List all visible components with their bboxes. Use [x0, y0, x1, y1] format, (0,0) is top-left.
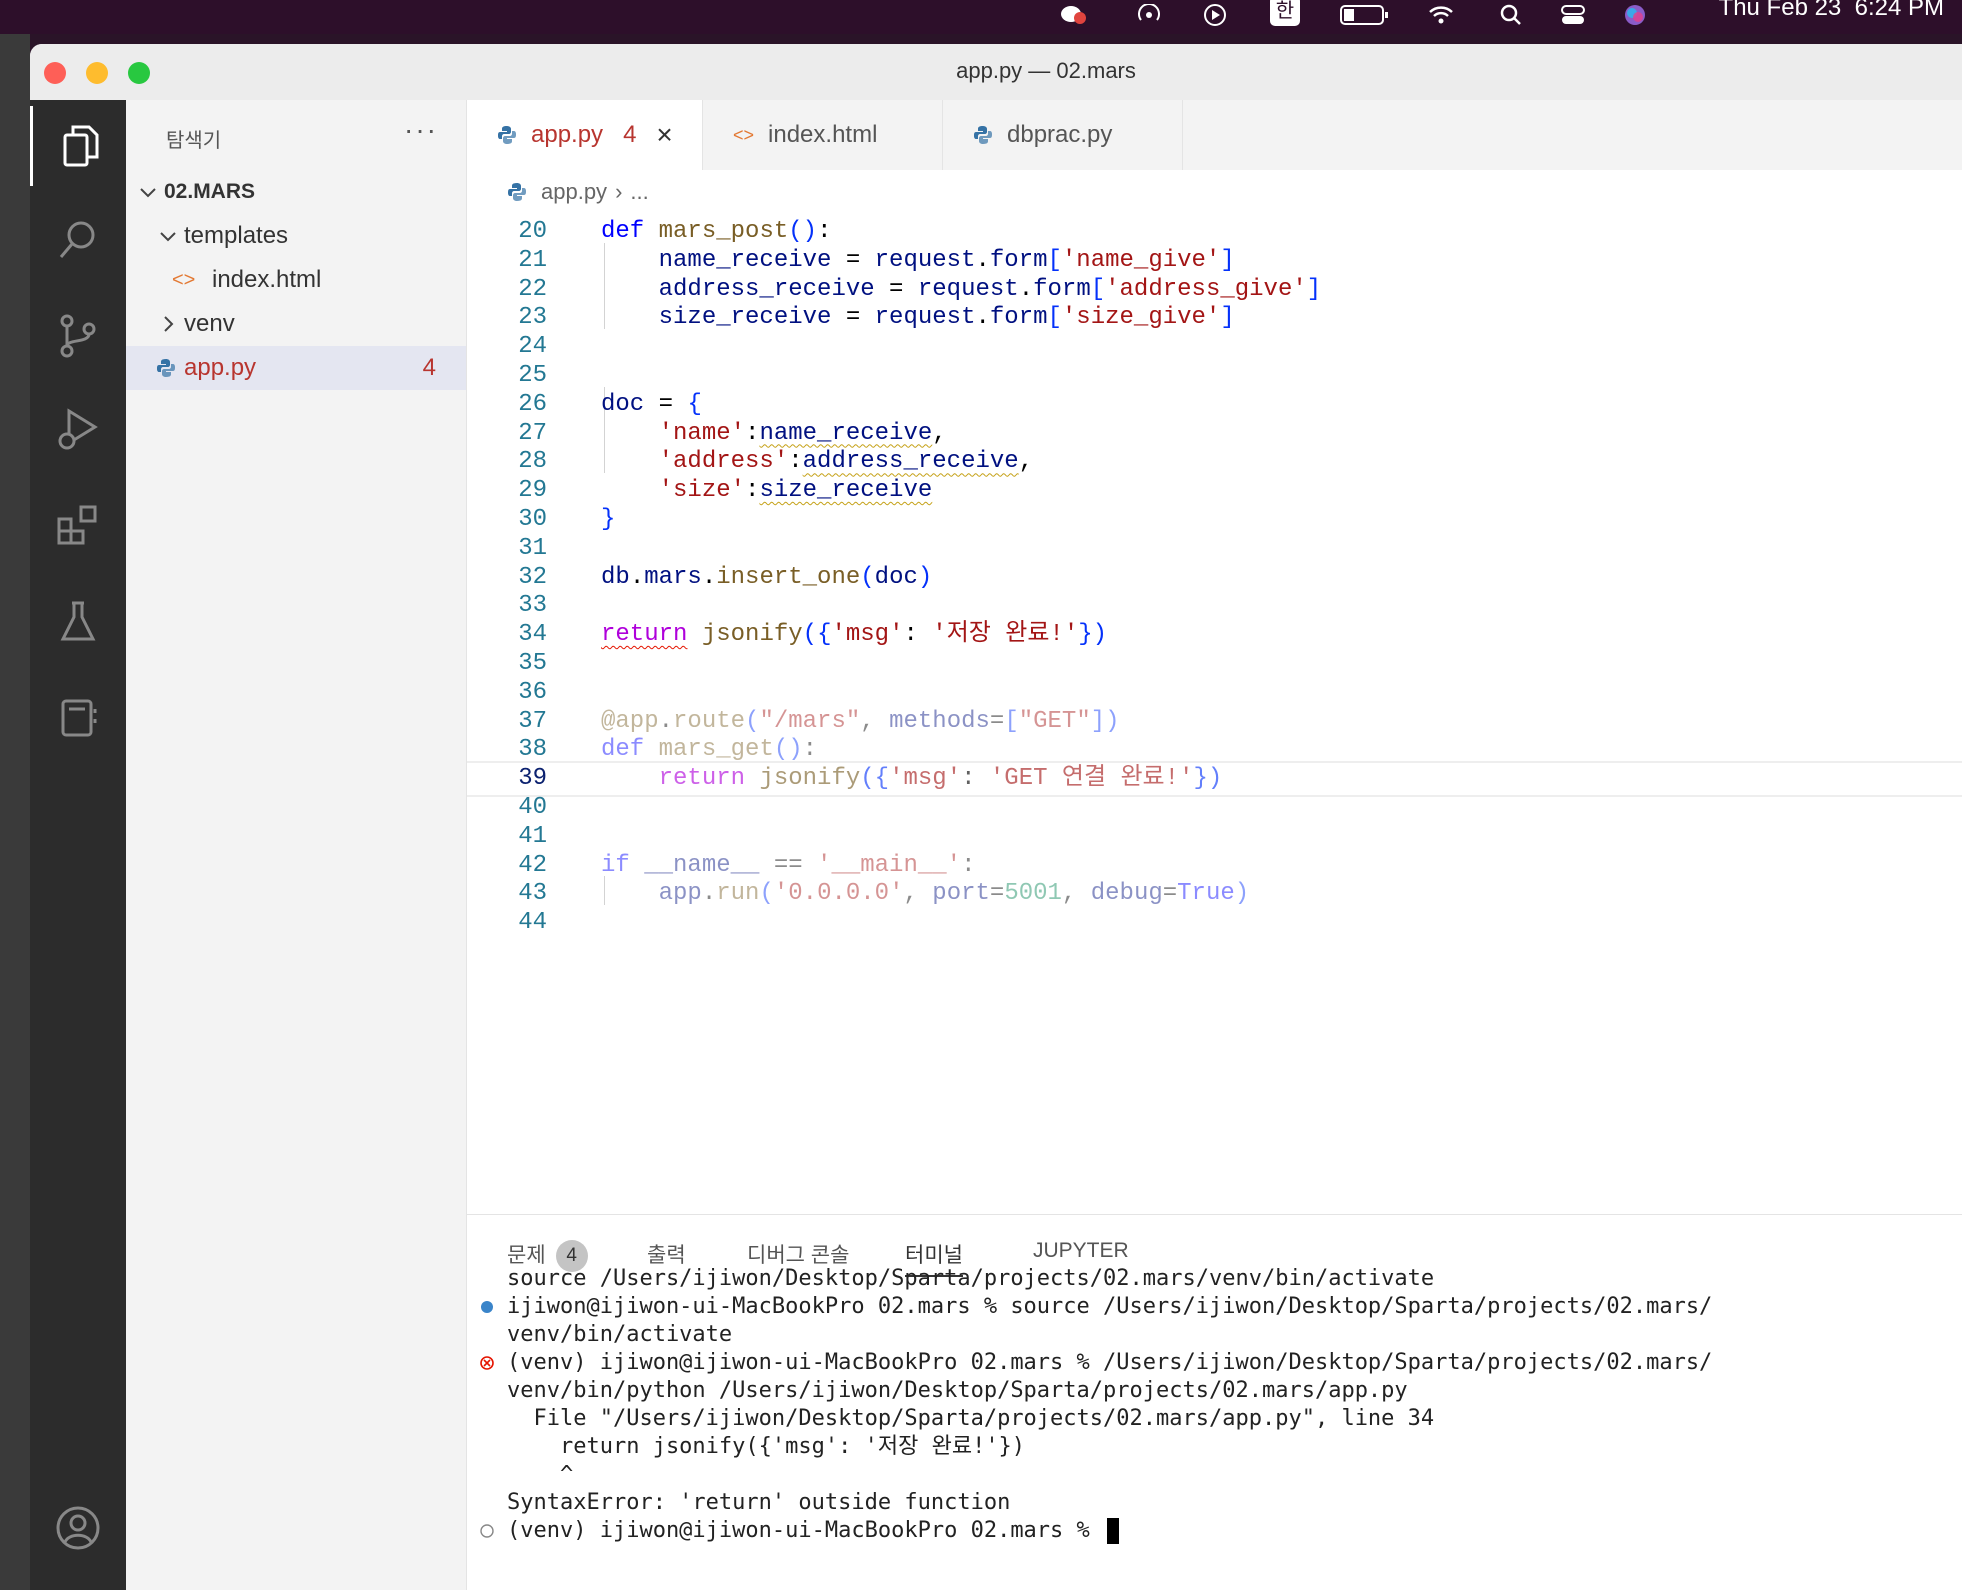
notebook-icon[interactable]: [30, 678, 126, 758]
tree-item-index-html[interactable]: <> index.html: [126, 258, 466, 302]
python-file-icon: [974, 126, 992, 144]
background-app-strip: [0, 34, 30, 1590]
search-icon[interactable]: [30, 200, 126, 280]
code-line[interactable]: 44: [467, 905, 1962, 941]
tree-item-label: venv: [184, 310, 235, 337]
terminal-line: (venv) ijiwon@ijiwon-ui-MacBookPro 02.ma…: [507, 1517, 1120, 1545]
menu-bar-clock[interactable]: Thu Feb 23 6:24 PM: [1719, 0, 1944, 22]
explorer-icon[interactable]: [30, 106, 126, 186]
terminal-line: ^: [507, 1462, 574, 1487]
extensions-icon[interactable]: [30, 486, 126, 566]
terminal-line: File "/Users/ijiwon/Desktop/Sparta/proje…: [507, 1406, 1435, 1431]
terminal-line: venv/bin/python /Users/ijiwon/Desktop/Sp…: [507, 1378, 1408, 1403]
tab-problem-badge: 4: [623, 121, 637, 148]
breadcrumb-file[interactable]: app.py: [541, 179, 607, 205]
input-source-icon[interactable]: 한: [1270, 0, 1300, 26]
terminal-cursor: [1107, 1518, 1120, 1544]
tab-label: JUPYTER: [1033, 1239, 1129, 1262]
chevron-right-icon: [164, 316, 174, 332]
tree-item-templates[interactable]: templates: [126, 214, 466, 258]
notification-icon[interactable]: [1060, 4, 1086, 26]
tree-item-label: app.py: [184, 354, 257, 381]
tree-item-label: index.html: [212, 266, 322, 293]
terminal-line: venv/bin/activate: [507, 1322, 733, 1347]
editor-tabs: app.py 4 × <> index.html dbprac.py: [467, 100, 1962, 170]
testing-icon[interactable]: [30, 582, 126, 662]
battery-icon[interactable]: [1340, 4, 1390, 26]
tab-label: 출력: [647, 1244, 686, 1267]
activity-bar: [30, 100, 126, 1590]
siri-icon[interactable]: [1622, 4, 1648, 26]
tab-label: index.html: [768, 121, 878, 148]
problem-count-badge: 4: [422, 354, 436, 381]
more-actions-button[interactable]: ···: [404, 114, 438, 146]
terminal-line: SyntaxError: 'return' outside function: [507, 1490, 1011, 1515]
tab-label: 터미널: [905, 1244, 963, 1267]
root-folder-label: 02.MARS: [164, 180, 256, 203]
sidebar-title: 탐색기: [166, 130, 222, 152]
breadcrumb-symbol[interactable]: ...: [630, 179, 648, 205]
html-file-icon: <>: [733, 124, 755, 145]
tab-app-py[interactable]: app.py 4 ×: [467, 100, 703, 170]
terminal-line: return jsonify({'msg': '저장 완료!'}): [507, 1434, 1026, 1459]
close-tab-icon[interactable]: ×: [656, 119, 672, 151]
chevron-down-icon: [140, 188, 156, 198]
terminal-line: ijiwon@ijiwon-ui-MacBookPro 02.mars % so…: [507, 1294, 1713, 1319]
control-center-icon[interactable]: [1560, 4, 1586, 26]
tree-item-venv[interactable]: venv: [126, 302, 466, 346]
python-file-icon: [157, 359, 175, 377]
spotlight-icon[interactable]: [1498, 4, 1524, 26]
breadcrumb: app.py › ...: [467, 170, 1962, 214]
source-control-icon[interactable]: [30, 296, 126, 376]
python-file-icon: [508, 183, 526, 201]
folder-root[interactable]: 02.MARS: [126, 170, 466, 214]
tab-dbprac-py[interactable]: dbprac.py: [943, 100, 1183, 170]
terminal[interactable]: source /Users/ijiwon/Desktop/Sparta/proj…: [467, 1266, 1962, 1590]
tree-item-label: templates: [184, 222, 289, 249]
explorer-sidebar: 탐색기 ··· 02.MARS templates <> index.html …: [126, 100, 467, 1590]
chevron-down-icon: [160, 232, 176, 242]
tree-item-app-py[interactable]: app.py 4: [126, 346, 466, 390]
breadcrumb-separator: ›: [615, 179, 623, 204]
tab-label: dbprac.py: [1007, 121, 1113, 148]
run-debug-icon[interactable]: [30, 390, 126, 470]
pending-dot-icon[interactable]: [479, 1523, 495, 1539]
window-title: app.py — 02.mars: [956, 58, 1136, 83]
airdrop-icon[interactable]: [1136, 4, 1162, 26]
tab-label: 문제: [507, 1244, 546, 1267]
account-icon[interactable]: [30, 1488, 126, 1568]
play-icon[interactable]: [1202, 4, 1228, 26]
code-editor[interactable]: 20 def mars_post(): 21 name_receive = requ…: [467, 214, 1962, 1214]
terminal-line: source /Users/ijiwon/Desktop/Sparta/proj…: [507, 1266, 1435, 1291]
title-bar: app.py — 02.mars: [30, 44, 1962, 101]
bottom-panel: 문제 4 출력 디버그 콘솔 터미널 JUPYTER source /Users/…: [467, 1214, 1962, 1590]
tab-label: 디버그 콘솔: [747, 1244, 850, 1267]
tab-label: app.py: [531, 121, 604, 148]
html-file-icon: <>: [172, 269, 196, 291]
success-dot-icon[interactable]: [479, 1299, 495, 1315]
wifi-icon[interactable]: [1428, 4, 1454, 26]
vscode-window: app.py — 02.mars 탐색기 ··· 02.MARS templat…: [30, 44, 1962, 1590]
tab-index-html[interactable]: <> index.html: [703, 100, 943, 170]
error-dot-icon[interactable]: [479, 1355, 495, 1371]
editor-area: app.py 4 × <> index.html dbprac.py app.p…: [467, 100, 1962, 1214]
terminal-line: (venv) ijiwon@ijiwon-ui-MacBookPro 02.ma…: [507, 1350, 1713, 1375]
macos-menu-bar: 한 Thu Feb 23 6:24 PM: [0, 0, 1962, 34]
python-file-icon: [498, 126, 516, 144]
line-number[interactable]: 44: [467, 905, 547, 941]
